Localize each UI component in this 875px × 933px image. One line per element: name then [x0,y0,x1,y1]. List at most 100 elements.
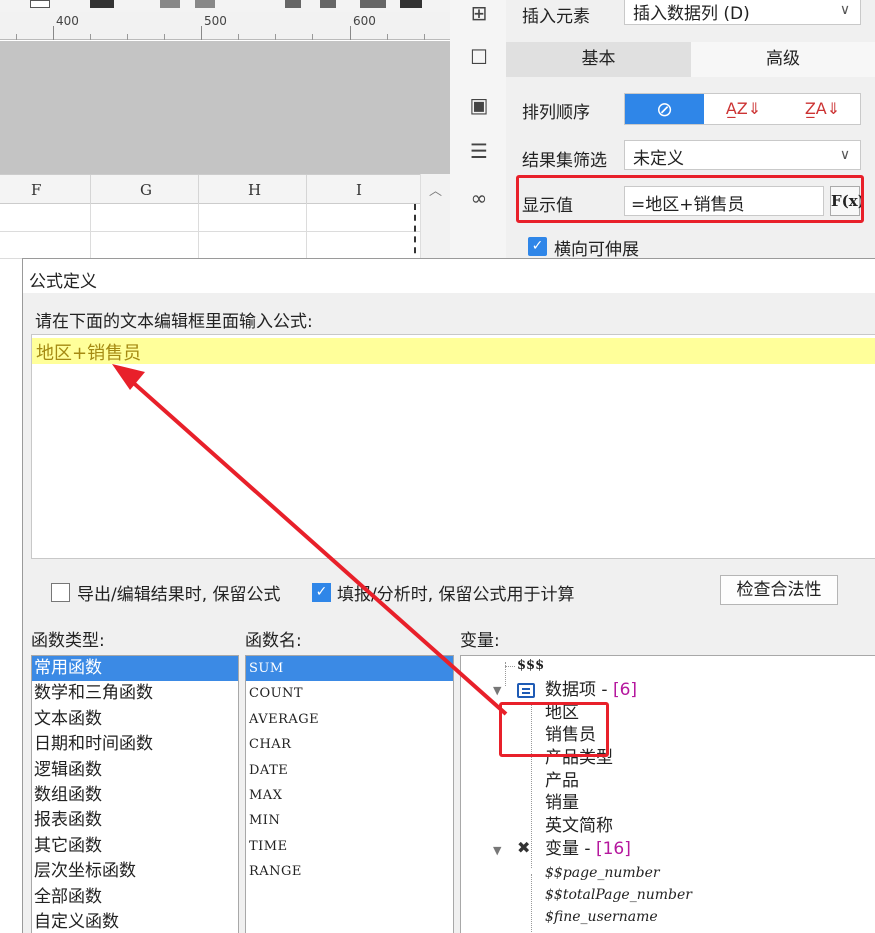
vars-label: 变量 - [545,839,596,859]
tree-leaf[interactable]: 销量 [545,792,579,814]
vertical-scrollbar[interactable]: ︿ [420,174,450,264]
function-types-list[interactable]: 常用函数 数学和三角函数 文本函数 日期和时间函数 逻辑函数 数组函数 报表函数… [31,655,239,933]
tree-leaf[interactable]: 产品 [545,770,579,792]
dialog-title-bar[interactable]: 公式定义 [23,259,875,293]
grid-line [90,204,91,264]
list-item[interactable]: 报表函数 [32,808,238,833]
variable-icon: ✖ [517,838,531,857]
dialog-title: 公式定义 [29,272,97,292]
ruler-tick [350,26,351,40]
ruler-tick [424,34,425,40]
vars-count: [16] [595,839,631,859]
toolbar-icon[interactable] [30,0,50,8]
list-item[interactable]: 其它函数 [32,834,238,859]
list-item[interactable]: 常用函数 [32,656,238,682]
ruler-tick [312,34,313,40]
ruler: 400 500 600 [0,12,450,40]
list-item[interactable]: 自定义函数 [32,910,238,933]
list-item[interactable]: 数学和三角函数 [32,681,238,706]
list-item[interactable]: SUM [246,656,453,682]
list-item[interactable]: 数组函数 [32,783,238,808]
sort-ascending-button[interactable]: A̲Z⇓ [704,94,783,124]
toolbar-icon[interactable] [160,0,180,8]
formula-dialog: 公式定义 请在下面的文本编辑框里面输入公式: 地区+销售员 导出/编辑结果时, … [22,258,875,933]
list-item[interactable]: 逻辑函数 [32,758,238,783]
tab-advanced[interactable]: 高级 [691,42,875,77]
toolbar-icon[interactable] [320,0,336,8]
design-canvas [0,41,450,174]
chevron-down-icon[interactable]: ∨ [830,0,860,24]
tree-leaf[interactable]: 英文简称 [545,815,613,837]
variables-tree[interactable]: $$$ ▼ 数据项 - [6] 地区 销售员 产品类型 产品 销量 英文简称 ▼… [460,655,875,933]
filter-select[interactable]: 未定义 ∨ [624,140,861,170]
highlight-box [516,175,864,223]
list-item[interactable]: 日期和时间函数 [32,732,238,757]
ruler-tick [53,26,54,40]
tree-node-data-items[interactable]: 数据项 - [6] [545,679,637,701]
column-label-f[interactable]: F [31,181,41,199]
tree-guide [505,666,515,667]
tab-basic[interactable]: 基本 [506,42,691,77]
toolbar-icon[interactable] [285,0,301,8]
list-item[interactable]: RANGE [246,859,453,884]
property-panel: 插入元素 插入数据列 (D) ∨ 基本 高级 排列顺序 ⊘ A̲Z⇓ Z̲A⇓ … [506,0,875,264]
highlight-box [499,702,609,757]
keep-formula-fill-checkbox[interactable]: ✓ [312,583,331,602]
toolbar-icon[interactable] [360,0,386,8]
chevron-down-icon[interactable]: ∨ [830,141,860,169]
function-names-list[interactable]: SUM COUNT AVERAGE CHAR DATE MAX MIN TIME… [245,655,454,933]
ruler-tick [164,34,165,40]
collapse-icon[interactable]: ▼ [493,684,501,697]
cell-element-icon[interactable]: ⊞ [466,0,492,26]
grid-line [306,204,307,264]
link-icon[interactable]: ∞ [466,185,492,211]
list-item[interactable]: MIN [246,808,453,833]
list-item[interactable]: AVERAGE [246,707,453,732]
scroll-up-icon[interactable]: ︿ [429,180,442,199]
list-item[interactable]: 文本函数 [32,707,238,732]
column-label-g[interactable]: G [140,181,152,199]
chart-icon[interactable] [400,0,422,8]
sheet-grid[interactable] [0,204,420,264]
data-items-count: [6] [612,680,638,700]
list-item[interactable]: 层次坐标函数 [32,859,238,884]
list-item[interactable]: COUNT [246,681,453,706]
formula-editor[interactable]: 地区+销售员 [31,334,875,559]
tree-node-variables[interactable]: 变量 - [16] [545,838,631,860]
color-swatch-icon[interactable] [90,0,114,8]
expand-checkbox[interactable]: ✓ [528,237,547,256]
filter-value: 未定义 [633,149,684,169]
tree-root[interactable]: $$$ [517,656,544,677]
frame-icon[interactable]: ☐ [466,44,492,70]
sort-order-group: ⊘ A̲Z⇓ Z̲A⇓ [624,93,861,125]
column-label-h[interactable]: H [248,181,261,199]
list-item[interactable]: 全部函数 [32,885,238,910]
keep-formula-export-checkbox[interactable] [51,583,70,602]
ruler-label: 600 [353,14,376,28]
tree-leaf[interactable]: $$totalPage_number [545,884,692,906]
tree-leaf[interactable]: $$page_number [545,862,660,884]
column-divider[interactable] [90,175,91,205]
toolbar-icon[interactable] [195,0,215,8]
filter-label: 结果集筛选 [522,151,607,171]
list-item[interactable]: TIME [246,834,453,859]
column-label-i[interactable]: I [356,181,362,199]
insert-element-select[interactable]: 插入数据列 (D) ∨ [624,0,861,25]
sort-none-button[interactable]: ⊘ [625,94,704,124]
check-validity-button[interactable]: 检查合法性 [720,575,838,605]
layout-icon[interactable]: ☰ [466,138,492,164]
tree-leaf[interactable]: $fine_username [545,906,658,928]
list-item[interactable]: MAX [246,783,453,808]
column-divider[interactable] [198,175,199,205]
keep-formula-fill-label: 填报/分析时, 保留公式用于计算 [337,585,575,605]
sort-descending-button[interactable]: Z̲A⇓ [783,94,862,124]
list-item[interactable]: CHAR [246,732,453,757]
insert-element-label: 插入元素 [522,7,590,27]
keep-formula-export-label: 导出/编辑结果时, 保留公式 [77,585,281,605]
list-item[interactable]: DATE [246,758,453,783]
widget-icon[interactable]: ▣ [466,92,492,118]
column-divider[interactable] [306,175,307,205]
collapse-icon[interactable]: ▼ [493,844,501,857]
variables-label: 变量: [460,631,500,651]
sort-label: 排列顺序 [522,103,590,123]
